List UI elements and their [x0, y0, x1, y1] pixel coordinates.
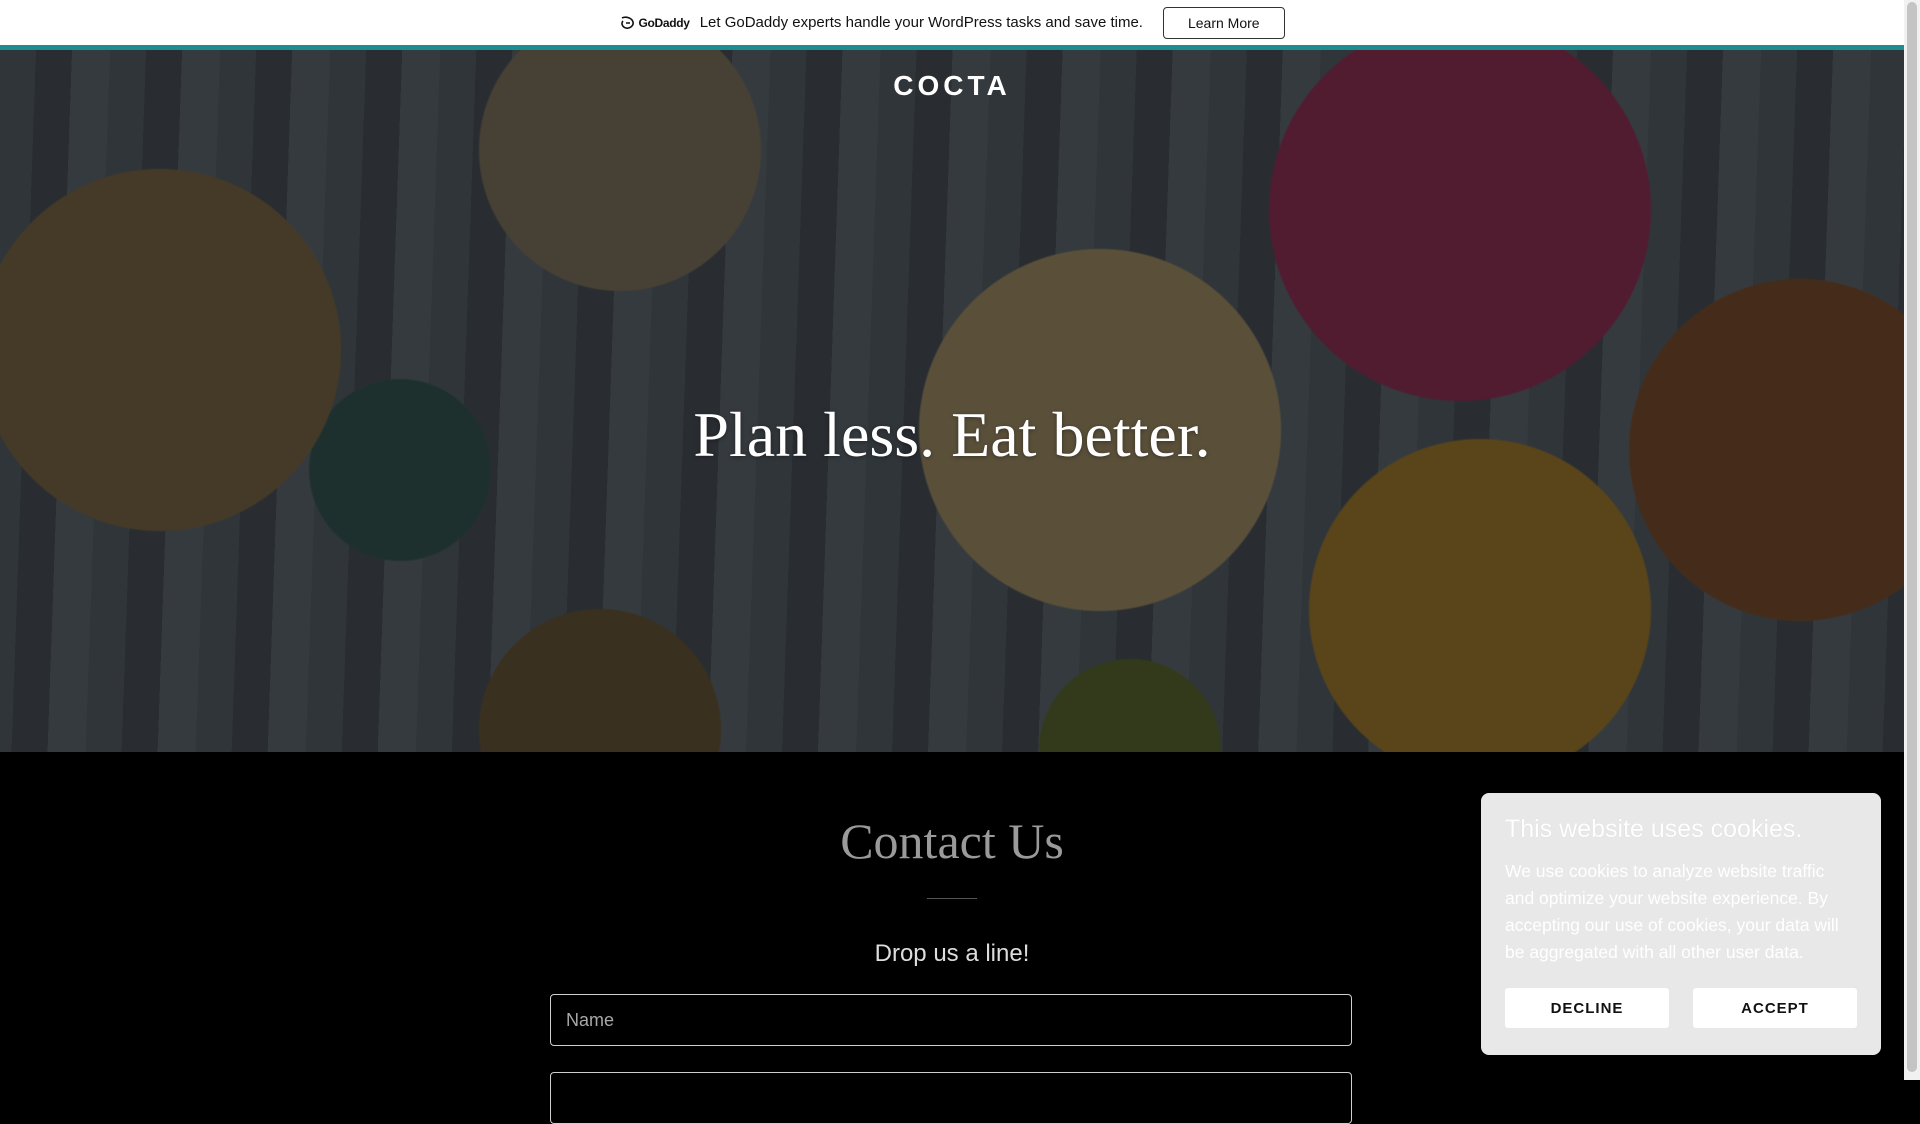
godaddy-icon	[621, 15, 635, 29]
scrollbar-thumb[interactable]	[1907, 2, 1917, 1072]
hero-section: COCTA Plan less. Eat better.	[0, 50, 1904, 752]
name-input[interactable]	[550, 994, 1352, 1046]
hero-tagline: Plan less. Eat better.	[693, 399, 1211, 470]
cookie-banner: This website uses cookies. We use cookie…	[1481, 793, 1881, 1055]
promo-banner: GoDaddy Let GoDaddy experts handle your …	[0, 0, 1904, 50]
scrollbar[interactable]	[1904, 0, 1920, 1080]
promo-message: Let GoDaddy experts handle your WordPres…	[699, 14, 1143, 31]
section-divider	[927, 898, 977, 899]
learn-more-button[interactable]: Learn More	[1162, 6, 1285, 39]
cookie-text: We use cookies to analyze website traffi…	[1505, 861, 1839, 962]
cookie-actions: DECLINE ACCEPT	[1505, 988, 1857, 1028]
godaddy-logo: GoDaddy	[619, 15, 690, 30]
accept-button[interactable]: ACCEPT	[1693, 988, 1857, 1028]
decline-button[interactable]: DECLINE	[1505, 988, 1669, 1028]
cookie-title: This website uses cookies.	[1505, 815, 1803, 843]
godaddy-logo-text: GoDaddy	[638, 15, 690, 30]
site-title[interactable]: COCTA	[0, 70, 1904, 102]
